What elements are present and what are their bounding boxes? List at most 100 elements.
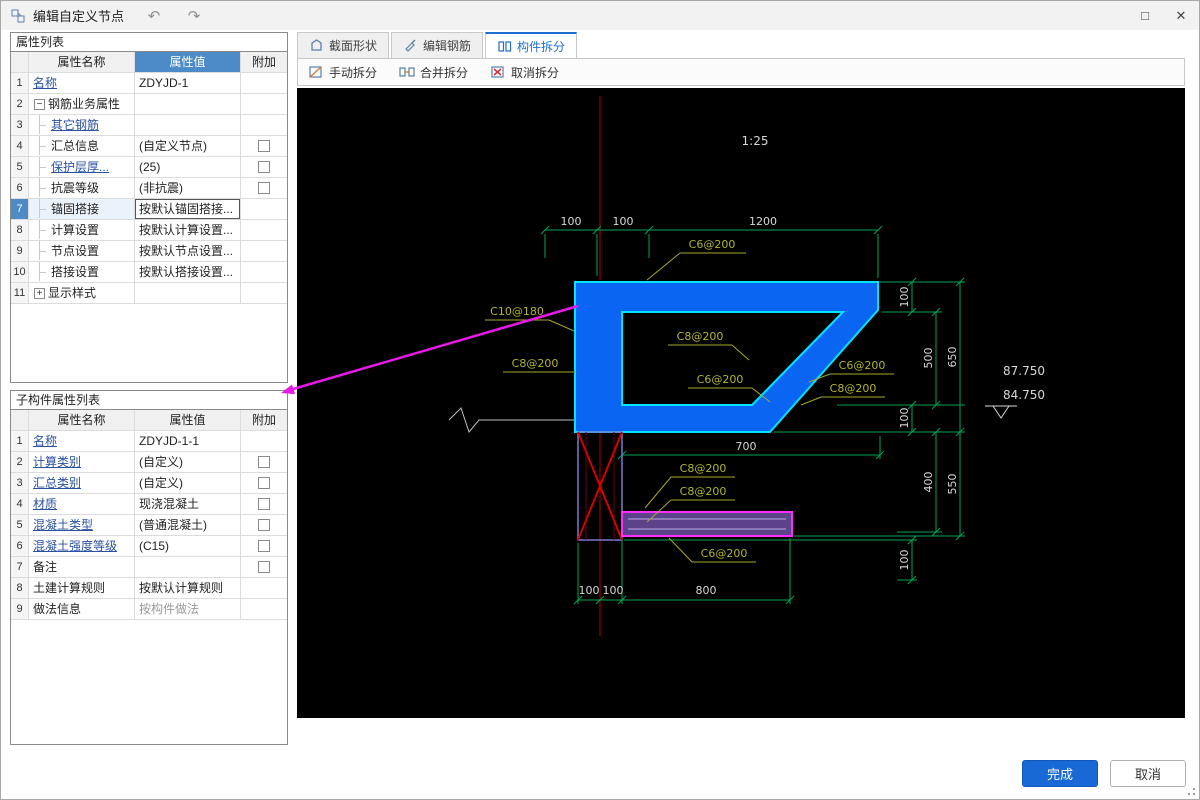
table-row[interactable]: 9 节点设置 按默认节点设置... [11,241,287,262]
split-toolbar: 手动拆分 合并拆分 取消拆分 [297,58,1185,86]
property-value[interactable]: 按默认搭接设置... [135,262,241,282]
table-row[interactable]: 3 其它钢筋 [11,115,287,136]
table-row[interactable]: 8 计算设置 按默认计算设置... [11,220,287,241]
property-value[interactable] [135,94,241,114]
property-value[interactable]: 按默认节点设置... [135,241,241,261]
rebar-label: C8@200 [830,382,877,395]
property-name-label: 土建计算规则 [33,581,106,595]
checkbox[interactable] [258,519,270,531]
elevation-label: 87.750 [1003,364,1045,378]
redo-icon[interactable]: ↷ [184,7,204,25]
dim-label: 100 [613,215,634,228]
table-row[interactable]: 6 混凝土强度等级 (C15) [11,536,287,557]
table-row[interactable]: 2 − 钢筋业务属性 [11,94,287,115]
finish-button[interactable]: 完成 [1022,760,1098,787]
property-value-editor[interactable]: 按默认锚固搭接... [135,199,241,219]
merge-split-button[interactable]: 合并拆分 [399,64,468,81]
cancel-split-button[interactable]: 取消拆分 [490,64,559,81]
cancel-button[interactable]: 取消 [1110,760,1186,787]
checkbox[interactable] [258,456,270,468]
dim-label: 100 [561,215,582,228]
row-number: 3 [11,115,29,135]
tab-component-split[interactable]: 构件拆分 [485,32,578,58]
property-value[interactable]: 按默认计算规则 [135,578,241,598]
checkbox[interactable] [258,161,270,173]
header-name: 属性名称 [29,52,135,72]
property-value[interactable]: (自定义) [135,452,241,472]
manual-split-icon [309,66,322,78]
table-row[interactable]: 6 抗震等级 (非抗震) [11,178,287,199]
checkbox[interactable] [258,477,270,489]
table-row[interactable]: 9 做法信息 按构件做法 [11,599,287,620]
property-value[interactable]: (25) [135,157,241,177]
table-row[interactable]: 11 + 显示样式 [11,283,287,304]
property-name-label[interactable]: 名称 [33,434,57,448]
property-name-label[interactable]: 混凝土强度等级 [33,539,117,553]
property-list-title: 属性列表 [11,33,287,52]
property-name-label[interactable]: 汇总类别 [33,476,81,490]
table-header: 属性名称 属性值 附加 [11,410,287,431]
table-row[interactable]: 2 计算类别 (自定义) [11,452,287,473]
table-row[interactable]: 8 土建计算规则 按默认计算规则 [11,578,287,599]
table-row[interactable]: 3 汇总类别 (自定义) [11,473,287,494]
maximize-button[interactable]: □ [1127,1,1163,30]
undo-icon[interactable]: ↶ [144,7,164,25]
table-row[interactable]: 7 备注 [11,557,287,578]
checkbox[interactable] [258,540,270,552]
table-row[interactable]: 1 名称 ZDYJD-1 [11,73,287,94]
extra-cell [241,73,287,93]
close-button[interactable]: ✕ [1163,1,1199,30]
manual-split-button[interactable]: 手动拆分 [308,64,377,81]
extra-cell [241,283,287,303]
checkbox[interactable] [258,140,270,152]
property-value[interactable]: (自定义) [135,473,241,493]
property-value[interactable]: ZDYJD-1-1 [135,431,241,451]
table-row[interactable]: 10 搭接设置 按默认搭接设置... [11,262,287,283]
extra-cell [241,94,287,114]
checkbox[interactable] [258,498,270,510]
tab-section-shape[interactable]: 截面形状 [297,32,390,58]
rebar-label: C10@180 [490,305,544,318]
checkbox[interactable] [258,561,270,573]
table-row[interactable]: 5 保护层厚... (25) [11,157,287,178]
collapse-icon[interactable]: − [34,99,45,110]
property-value[interactable]: ZDYJD-1 [135,73,241,93]
property-name-label[interactable]: 计算类别 [33,455,81,469]
property-value[interactable]: (普通混凝土) [135,515,241,535]
table-row[interactable]: 5 混凝土类型 (普通混凝土) [11,515,287,536]
property-value[interactable]: (C15) [135,536,241,556]
property-name-label[interactable]: 其它钢筋 [51,118,99,132]
row-number: 6 [11,178,29,198]
property-value[interactable] [135,557,241,577]
property-value[interactable]: 按默认计算设置... [135,220,241,240]
property-value[interactable]: (非抗震) [135,178,241,198]
rebar-label: C8@200 [512,357,559,370]
drawing-canvas[interactable]: 1:25 100 100 1200 100 500 100 650 400 55… [297,88,1185,718]
section-shape[interactable] [575,282,878,432]
title-bar: 编辑自定义节点 ↶ ↷ □ ✕ [1,1,1199,30]
row-number: 9 [11,599,29,619]
table-row[interactable]: 4 材质 现浇混凝土 [11,494,287,515]
tab-label: 截面形状 [329,39,378,53]
app-icon [11,9,25,23]
property-name-label[interactable]: 名称 [33,76,57,90]
property-value[interactable]: (自定义节点) [135,136,241,156]
table-row[interactable]: 1 名称 ZDYJD-1-1 [11,431,287,452]
property-name-label[interactable]: 混凝土类型 [33,518,93,532]
checkbox[interactable] [258,182,270,194]
property-value[interactable]: 按构件做法 [135,599,241,619]
property-value[interactable] [135,115,241,135]
tab-edit-rebar[interactable]: 编辑钢筋 [391,32,484,58]
table-row-selected[interactable]: 7 锚固搭接 按默认锚固搭接... [11,199,287,220]
property-name-label[interactable]: 保护层厚... [51,160,109,174]
row-number: 7 [11,199,29,219]
property-value[interactable]: 现浇混凝土 [135,494,241,514]
extra-cell [241,599,287,619]
expand-icon[interactable]: + [34,288,45,299]
property-name-label[interactable]: 材质 [33,497,57,511]
property-value[interactable] [135,283,241,303]
table-row[interactable]: 4 汇总信息 (自定义节点) [11,136,287,157]
selected-slab[interactable] [621,511,793,537]
resize-grip[interactable] [1185,785,1195,795]
rebar-label: C6@200 [697,373,744,386]
